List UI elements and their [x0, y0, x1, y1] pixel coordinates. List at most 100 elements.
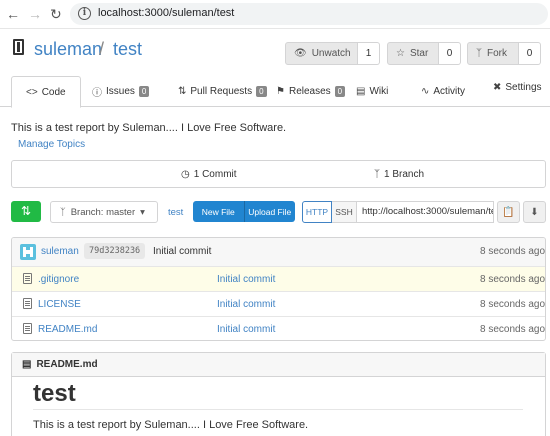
back-arrow-icon[interactable]: ← [6, 6, 20, 22]
latest-commit-message: Initial commit [153, 246, 212, 257]
file-name-link[interactable]: .gitignore [38, 274, 79, 285]
tab-settings[interactable]: ✖ Settings [493, 72, 542, 103]
tools-icon: ✖ [493, 82, 502, 93]
site-info-icon[interactable]: i [78, 7, 91, 20]
tab-code[interactable]: <> Code [11, 76, 81, 108]
address-bar-url[interactable]: localhost:3000/suleman/test [98, 7, 234, 19]
file-commit-link[interactable]: Initial commit [217, 324, 275, 335]
avatar[interactable] [20, 244, 36, 260]
download-button[interactable]: ⬇ [523, 201, 546, 223]
clipboard-icon: 📋 [502, 206, 515, 218]
clone-box: HTTP SSH http://localhost:3000/suleman/t… [302, 201, 494, 223]
readme-filename: README.md [36, 359, 98, 370]
file-icon [23, 323, 32, 334]
file-commit-time: 8 seconds ago [480, 324, 546, 335]
repo-book-icon [13, 39, 24, 55]
commits-stat[interactable]: ◷ 1 Commit [181, 169, 237, 180]
readme-body: This is a test report by Suleman.... I L… [33, 419, 309, 431]
file-name-link[interactable]: README.md [38, 324, 97, 335]
forward-arrow-icon[interactable]: → [28, 6, 42, 22]
watchers-count[interactable]: 1 [358, 42, 380, 65]
commits-label: 1 Commit [193, 169, 237, 180]
repo-name-link[interactable]: test [113, 39, 142, 60]
branch-dropdown[interactable]: ᛉ Branch: master ▾ [50, 201, 158, 223]
compare-button[interactable]: ⇅ [11, 201, 41, 222]
star-label: Star [409, 48, 429, 59]
table-row: LICENSE Initial commit 8 seconds ago [12, 291, 546, 316]
repo-description: This is a test report by Suleman.... I L… [11, 122, 287, 134]
issue-icon: ⓘ [92, 88, 102, 99]
file-actions-group: New File Upload File [193, 201, 295, 222]
star-icon: ☆ [396, 48, 405, 59]
tab-activity[interactable]: ∿ Activity [421, 76, 465, 107]
commit-sha-button[interactable]: 79d3238236 [84, 243, 146, 259]
branches-stat[interactable]: ᛉ 1 Branch [374, 169, 424, 180]
file-commit-time: 8 seconds ago [480, 299, 546, 310]
file-icon [23, 273, 32, 284]
file-commit-link[interactable]: Initial commit [217, 299, 275, 310]
caret-down-icon: ▾ [140, 206, 145, 218]
readme-heading: test [33, 380, 76, 407]
unwatch-label: Unwatch [311, 48, 351, 59]
copy-clone-url-button[interactable]: 📋 [497, 201, 520, 223]
star-button-group: ☆ Star 0 [387, 42, 461, 65]
readme-header: ▤ README.md [12, 353, 545, 377]
star-button[interactable]: ☆ Star [387, 42, 439, 65]
download-icon: ⬇ [530, 206, 539, 218]
reload-icon[interactable]: ↻ [50, 6, 62, 23]
commit-author-link[interactable]: suleman [41, 246, 79, 257]
file-commit-link[interactable]: Initial commit [217, 274, 275, 285]
issues-count-badge: 0 [138, 86, 150, 97]
fork-label: Fork [487, 48, 507, 59]
branch-dropdown-label: Branch: master [70, 206, 136, 218]
watch-button-group: 👁 Unwatch 1 [285, 42, 380, 65]
table-row: .gitignore Initial commit 8 seconds ago [12, 266, 546, 291]
history-icon: ◷ [181, 169, 190, 180]
clone-http-button[interactable]: HTTP [302, 201, 332, 223]
code-icon: <> [26, 86, 38, 98]
book-icon: ▤ [356, 86, 366, 97]
tab-label: Activity [433, 86, 466, 97]
clone-ssh-button[interactable]: SSH [332, 201, 357, 223]
forks-count[interactable]: 0 [519, 42, 541, 65]
repo-header: suleman / test 👁 Unwatch 1 ☆ Star 0 ᛉ Fo… [0, 29, 550, 75]
clone-url-input[interactable]: http://localhost:3000/suleman/test.git [357, 201, 494, 223]
compare-sync-icon: ⇅ [20, 204, 32, 218]
file-name-link[interactable]: LICENSE [38, 299, 81, 310]
tab-label: Releases [288, 86, 331, 97]
table-row: README.md Initial commit 8 seconds ago [12, 316, 546, 340]
address-bar[interactable]: i localhost:3000/suleman/test [70, 3, 548, 25]
fork-icon: ᛉ [476, 48, 482, 59]
tab-pull-requests[interactable]: ⇅ Pull Requests 0 [178, 76, 267, 107]
branch-icon: ᛉ [60, 206, 66, 218]
tab-label: Wiki [369, 86, 389, 97]
repo-path-separator: / [99, 39, 105, 59]
latest-commit-row: suleman 79d3238236 Initial commit 8 seco… [12, 238, 546, 266]
pull-request-icon: ⇅ [178, 86, 187, 97]
tab-label: Issues [106, 86, 135, 97]
new-file-button[interactable]: New File [193, 201, 244, 222]
tab-releases[interactable]: ⚑ Releases 0 [276, 76, 346, 107]
readme-divider [33, 409, 523, 410]
latest-commit-time: 8 seconds ago [480, 246, 546, 257]
repo-tabs: <> Code ⓘ Issues 0 ⇅ Pull Requests 0 ⚑ R… [0, 76, 550, 108]
browser-toolbar: ← → ↻ i localhost:3000/suleman/test [0, 0, 550, 29]
repo-owner-link[interactable]: suleman [34, 39, 102, 60]
file-icon [23, 298, 32, 309]
unwatch-button[interactable]: 👁 Unwatch [285, 42, 358, 65]
pulse-icon: ∿ [421, 86, 430, 97]
tab-wiki[interactable]: ▤ Wiki [356, 76, 388, 107]
upload-file-button[interactable]: Upload File [243, 201, 296, 222]
manage-topics-link[interactable]: Manage Topics [18, 139, 85, 150]
tab-label: Settings [505, 82, 542, 93]
file-commit-time: 8 seconds ago [480, 274, 546, 285]
branch-icon: ᛉ [374, 169, 380, 180]
fork-button-group: ᛉ Fork 0 [467, 42, 541, 65]
stars-count[interactable]: 0 [439, 42, 461, 65]
eye-icon: 👁 [294, 48, 307, 59]
tab-label: Pull Requests [190, 86, 253, 97]
branches-label: 1 Branch [384, 169, 425, 180]
fork-button[interactable]: ᛉ Fork [467, 42, 519, 65]
path-breadcrumb[interactable]: test [168, 207, 183, 218]
tab-issues[interactable]: ⓘ Issues 0 [92, 76, 150, 107]
